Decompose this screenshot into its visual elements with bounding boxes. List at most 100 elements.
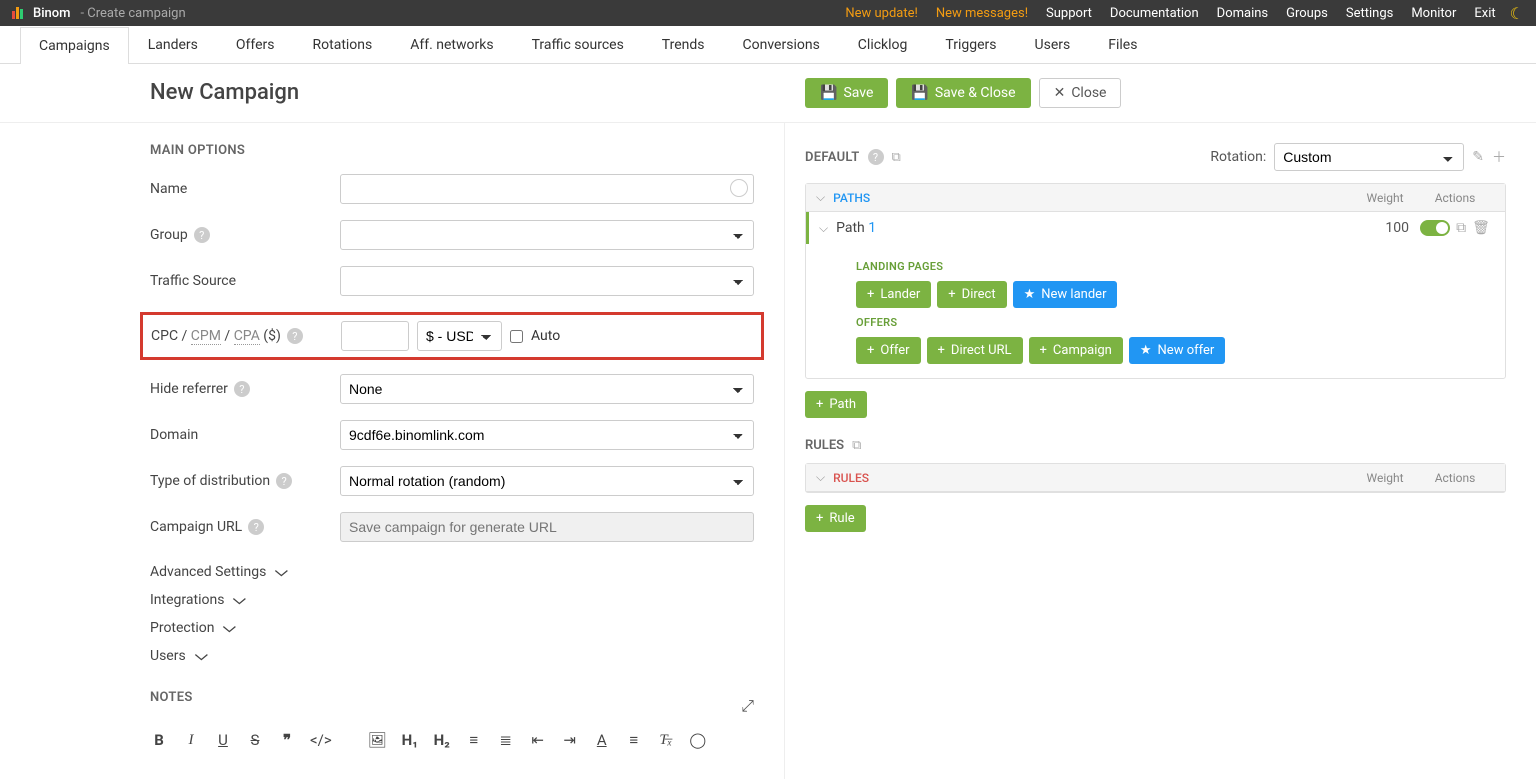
code-icon[interactable]: </> [310,731,332,749]
plus-icon: + [1040,343,1047,358]
h2-icon[interactable]: H₂ [433,731,451,749]
logo: Binom - Create campaign [12,6,186,21]
page-subtitle: - Create campaign [80,6,185,21]
add-lander-button[interactable]: +Lander [856,281,931,308]
distribution-select[interactable]: Normal rotation (random) [340,466,754,496]
ordered-list-icon[interactable]: ≡ [465,731,483,749]
link-settings[interactable]: Settings [1346,6,1393,21]
help-icon[interactable]: ? [287,328,303,344]
chevron-down-icon[interactable]: ⌵ [819,221,828,236]
clock-icon[interactable]: ◯ [689,731,707,749]
save-close-button[interactable]: 💾Save & Close [896,78,1030,108]
name-input[interactable] [340,174,754,204]
protection-toggle[interactable]: Protection [150,614,754,642]
tab-traffic-sources[interactable]: Traffic sources [513,26,643,63]
help-icon[interactable]: ? [194,227,210,243]
outdent-icon[interactable]: ⇤ [529,731,547,749]
link-documentation[interactable]: Documentation [1110,6,1199,21]
help-icon[interactable]: ? [276,473,292,489]
tab-trends[interactable]: Trends [643,26,724,63]
copy-icon[interactable]: ⧉ [892,150,901,165]
close-button[interactable]: ✕Close [1039,78,1122,108]
chevron-down-icon [220,620,235,636]
link-groups[interactable]: Groups [1286,6,1328,21]
chevron-down-icon[interactable]: ⌵ [816,190,825,205]
link-domains[interactable]: Domains [1217,6,1268,21]
expand-icon[interactable]: ⤢ [741,696,754,716]
add-campaign-button[interactable]: +Campaign [1029,337,1123,364]
tab-conversions[interactable]: Conversions [724,26,839,63]
advanced-settings-toggle[interactable]: Advanced Settings [150,558,754,586]
quote-icon[interactable]: ❞ [278,731,296,749]
unordered-list-icon[interactable]: ≣ [497,731,515,749]
link-new-update[interactable]: New update! [845,6,918,21]
cost-input[interactable] [341,321,409,351]
link-support[interactable]: Support [1046,6,1092,21]
tab-landers[interactable]: Landers [129,26,217,63]
label-domain: Domain [150,427,340,443]
new-lander-button[interactable]: ★New lander [1013,281,1118,308]
tab-files[interactable]: Files [1089,26,1156,63]
align-icon[interactable]: ≡ [625,731,643,749]
label-group: Group [150,227,188,243]
help-icon[interactable]: ? [868,149,884,165]
tab-rotations[interactable]: Rotations [294,26,392,63]
help-icon[interactable]: ? [248,519,264,535]
italic-icon[interactable]: I [182,732,200,749]
underline-icon[interactable]: U [214,731,232,749]
plus-icon: + [948,287,955,302]
currency-select[interactable]: $ - USD [417,321,502,351]
path-toggle[interactable] [1420,220,1450,236]
dark-mode-icon[interactable]: ☾ [1510,4,1524,23]
add-path-button[interactable]: +Path [805,391,867,418]
delete-icon[interactable]: 🗑 [1472,220,1490,236]
tabs: Campaigns Landers Offers Rotations Aff. … [0,26,1536,64]
copy-icon[interactable]: ⧉ [852,438,861,453]
plus-icon[interactable]: ＋ [1492,147,1506,167]
add-direct-url-button[interactable]: +Direct URL [927,337,1023,364]
tab-triggers[interactable]: Triggers [926,26,1015,63]
auto-checkbox[interactable] [510,330,523,343]
label-cpm[interactable]: CPM [191,328,221,345]
text-color-icon[interactable]: A [593,731,611,749]
new-offer-button[interactable]: ★New offer [1129,337,1225,364]
indent-icon[interactable]: ⇥ [561,731,579,749]
domain-select[interactable]: 9cdf6e.binomlink.com [340,420,754,450]
edit-icon[interactable]: ✎ [1472,149,1484,165]
offers-label: OFFERS [856,316,1495,329]
h1-icon[interactable]: H₁ [401,731,419,749]
bold-icon[interactable]: B [150,731,168,749]
hide-referrer-select[interactable]: None [340,374,754,404]
tab-aff-networks[interactable]: Aff. networks [391,26,512,63]
tab-campaigns[interactable]: Campaigns [20,27,129,64]
strike-icon[interactable]: S [246,731,264,749]
add-rule-button[interactable]: +Rule [805,505,866,532]
link-new-messages[interactable]: New messages! [936,6,1028,21]
traffic-source-select[interactable] [340,266,754,296]
save-button[interactable]: 💾Save [805,78,888,108]
users-toggle[interactable]: Users [150,642,754,670]
label-cpa[interactable]: CPA [234,328,260,345]
label-hide-referrer: Hide referrer [150,381,228,397]
tab-users[interactable]: Users [1016,26,1090,63]
copy-icon[interactable]: ⧉ [1456,220,1466,236]
clear-format-icon[interactable]: T̶ₓ [657,732,675,749]
image-icon[interactable]: 🖼 [368,731,387,749]
label-rotation: Rotation: [1210,149,1266,165]
rotation-select[interactable]: Custom [1274,143,1464,171]
chevron-down-icon[interactable]: ⌵ [816,470,825,485]
help-icon[interactable]: ? [234,381,250,397]
default-header: DEFAULT [805,150,860,165]
integrations-toggle[interactable]: Integrations [150,586,754,614]
tab-offers[interactable]: Offers [217,26,294,63]
col-actions: Actions [1415,191,1495,205]
main-options-header: MAIN OPTIONS [150,143,754,158]
tab-clicklog[interactable]: Clicklog [839,26,927,63]
add-direct-button[interactable]: +Direct [937,281,1006,308]
path-row[interactable]: ⌵Path 1 100 ⧉ 🗑 [806,212,1505,244]
add-offer-button[interactable]: +Offer [856,337,921,364]
page-title: New Campaign [150,80,785,105]
group-select[interactable] [340,220,754,250]
link-exit[interactable]: Exit [1474,6,1495,21]
link-monitor[interactable]: Monitor [1411,6,1456,21]
